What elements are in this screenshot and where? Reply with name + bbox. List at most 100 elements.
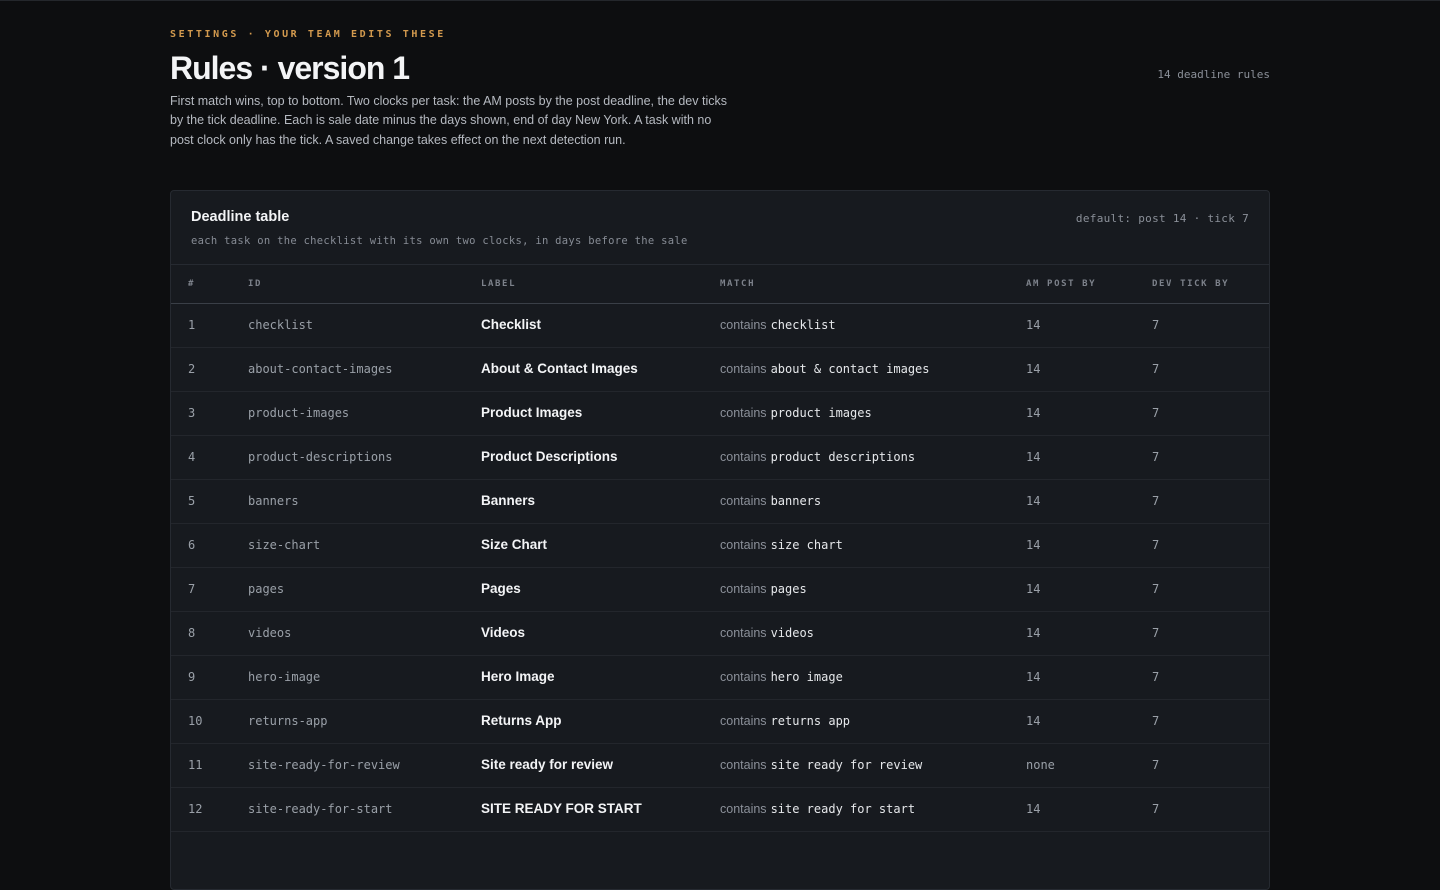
table-row[interactable]: 12 site-ready-for-start SITE READY FOR STA… [171,788,1269,832]
rule-match: contains pages [720,582,807,596]
match-value: product descriptions [770,450,916,464]
dev-tick-by: 7 [1152,538,1160,552]
match-operator: contains [720,626,767,640]
rule-label: Checklist [481,317,542,332]
card-subtitle: each task on the checklist with its own … [191,235,688,247]
rule-label: Videos [481,625,526,640]
table-row[interactable]: 11 site-ready-for-review Site ready for re… [171,744,1269,788]
column-header-match: MATCH [720,279,756,289]
am-post-by: 14 [1026,670,1041,684]
dev-tick-by: 7 [1152,626,1160,640]
row-number: 1 [188,318,196,332]
card-header: Deadline table each task on the checklis… [171,191,1269,265]
rule-match: contains videos [720,626,814,640]
row-number: 9 [188,670,196,684]
am-post-by: 14 [1026,318,1041,332]
dev-tick-by: 7 [1152,406,1160,420]
table-row[interactable]: 8 videos Videos contains videos 14 7 [171,612,1269,656]
dev-tick-by: 7 [1152,318,1160,332]
dev-tick-by: 7 [1152,802,1160,816]
table-body: 1 checklist Checklist contains checklist 14 7 2… [171,304,1269,832]
am-post-by: 14 [1026,362,1041,376]
table-row[interactable]: 9 hero-image Hero Image contains hero image 1… [171,656,1269,700]
match-operator: contains [720,582,767,596]
table-row[interactable]: 5 banners Banners contains banners 14 7 [171,480,1269,524]
table-row[interactable]: 6 size-chart Size Chart contains size chart 1… [171,524,1269,568]
rule-id: hero-image [248,670,321,684]
page-description: First match wins, top to bottom. Two clo… [170,94,727,147]
rule-label: SITE READY FOR START [481,801,642,816]
table-row[interactable]: 4 product-descriptions Product Description… [171,436,1269,480]
match-value: checklist [770,318,836,332]
rule-id: banners [248,494,299,508]
am-post-by: 14 [1026,450,1041,464]
rule-label: Size Chart [481,537,548,552]
rule-id: about-contact-images [248,362,393,376]
am-post-by: 14 [1026,626,1041,640]
dev-tick-by: 7 [1152,582,1160,596]
column-header-number: # [188,279,196,289]
dev-tick-by: 7 [1152,494,1160,508]
row-number: 8 [188,626,196,640]
rule-id: product-images [248,406,350,420]
rule-label: About & Contact Images [481,361,638,376]
am-post-by: 14 [1026,494,1041,508]
row-number: 6 [188,538,196,552]
match-operator: contains [720,714,767,728]
rule-match: contains site ready for start [720,802,915,816]
column-header-dev-tick-by: DEV TICK BY [1152,279,1230,289]
rule-id: pages [248,582,285,596]
deadline-table-card: Deadline table each task on the checklis… [170,190,1270,890]
row-number: 7 [188,582,196,596]
match-operator: contains [720,406,767,420]
row-number: 5 [188,494,196,508]
match-operator: contains [720,362,767,376]
rule-label: Product Descriptions [481,449,618,464]
dev-tick-by: 7 [1152,758,1160,772]
match-value: site ready for start [770,802,916,816]
row-number: 2 [188,362,196,376]
table-row[interactable]: 3 product-images Product Images contains pro… [171,392,1269,436]
am-post-by: 14 [1026,538,1041,552]
match-operator: contains [720,802,767,816]
match-operator: contains [720,494,767,508]
am-post-by: none [1026,758,1055,772]
table-row[interactable]: 1 checklist Checklist contains checklist 14 7 [171,304,1269,348]
am-post-by: 14 [1026,582,1041,596]
row-number: 11 [188,758,203,772]
match-operator: contains [720,450,767,464]
rule-id: product-descriptions [248,450,393,464]
table-row[interactable]: 7 pages Pages contains pages 14 7 [171,568,1269,612]
table-row[interactable]: 2 about-contact-images About & Contact Ima… [171,348,1269,392]
rule-label: Banners [481,493,536,508]
rule-id: site-ready-for-start [248,802,393,816]
match-value: banners [770,494,822,508]
rule-id: site-ready-for-review [248,758,400,772]
rule-match: contains product images [720,406,872,420]
rule-match: contains size chart [720,538,843,552]
row-number: 10 [188,714,203,728]
row-number: 12 [188,802,203,816]
top-divider [0,0,1440,1]
match-value: pages [770,582,807,596]
rule-id: checklist [248,318,314,332]
rule-match: contains product descriptions [720,450,915,464]
rule-match: contains about & contact images [720,362,930,376]
am-post-by: 14 [1026,714,1041,728]
rules-count: 14 deadline rules [1157,68,1270,81]
dev-tick-by: 7 [1152,670,1160,684]
rule-label: Pages [481,581,521,596]
card-title: Deadline table [191,209,290,225]
match-value: about & contact images [770,362,930,376]
rule-id: returns-app [248,714,328,728]
column-header-label: LABEL [481,279,517,289]
match-value: hero image [770,670,843,684]
dev-tick-by: 7 [1152,450,1160,464]
table-row[interactable]: 10 returns-app Returns App contains returns … [171,700,1269,744]
column-header-am-post-by: AM POST BY [1026,279,1097,289]
rule-label: Site ready for review [481,757,614,772]
rule-match: contains checklist [720,318,836,332]
rule-label: Product Images [481,405,583,420]
section-eyebrow: SETTINGS · YOUR TEAM EDITS THESE [170,29,446,40]
table-header: # ID LABEL MATCH AM POST BY DEV TICK BY [171,265,1269,304]
